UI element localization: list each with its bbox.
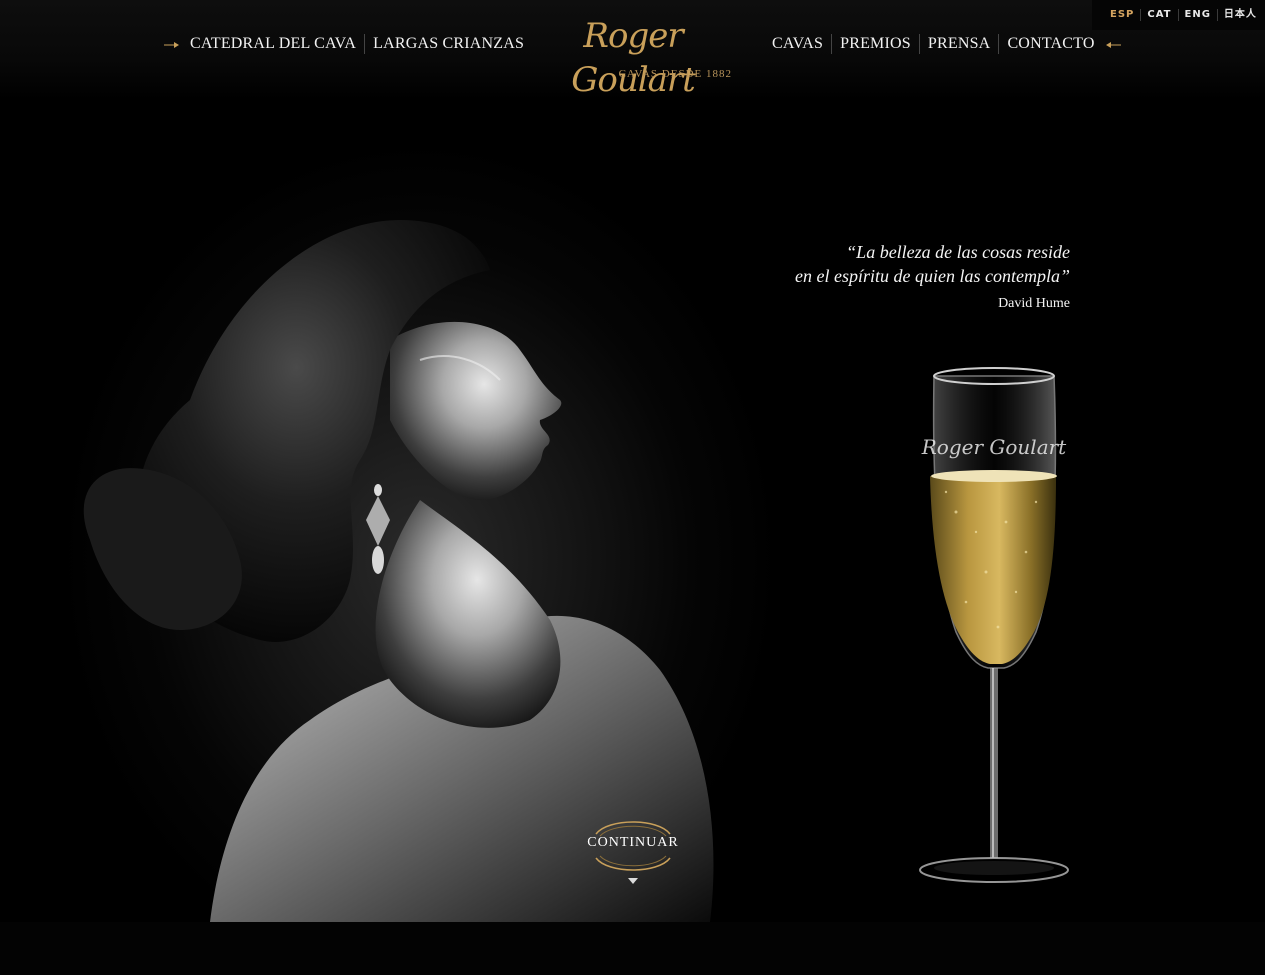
- site-logo[interactable]: Roger Goulart CAVAS DESDE 1882: [528, 14, 738, 100]
- lang-esp[interactable]: ESP: [1092, 9, 1140, 21]
- quote-line-2: en el espíritu de quien las contempla”: [795, 266, 1070, 286]
- nav-item-premios[interactable]: PREMIOS: [831, 34, 919, 54]
- logo-tagline: CAVAS DESDE 1882: [618, 68, 732, 80]
- site-header: CATEDRAL DEL CAVA LARGAS CRIANZAS Roger …: [0, 0, 1265, 100]
- nav-item-largas-crianzas[interactable]: LARGAS CRIANZAS: [364, 34, 532, 54]
- glass-logo-etching: Roger Goulart: [921, 435, 1067, 459]
- nav-item-prensa[interactable]: PRENSA: [918, 34, 999, 54]
- ornament-arrow-icon: [164, 34, 182, 54]
- hero-quote: “La belleza de las cosas reside en el es…: [760, 240, 1070, 312]
- lang-eng[interactable]: ENG: [1177, 9, 1217, 21]
- nav-item-contacto[interactable]: CONTACTO: [998, 34, 1102, 54]
- continue-frame-icon: [595, 821, 671, 884]
- language-switcher: ESP CAT ENG 日本人: [1092, 0, 1265, 30]
- continue-label: CONTINUAR: [587, 835, 679, 850]
- nav-item-cavas[interactable]: CAVAS: [764, 34, 831, 54]
- nav-item-catedral-del-cava[interactable]: CATEDRAL DEL CAVA: [182, 34, 364, 54]
- portrait-image: [83, 220, 714, 922]
- lang-cat[interactable]: CAT: [1140, 9, 1177, 21]
- primary-nav-right: CAVAS PREMIOS PRENSA CONTACTO: [764, 34, 1121, 54]
- primary-nav-left: CATEDRAL DEL CAVA LARGAS CRIANZAS: [164, 34, 532, 54]
- continue-button[interactable]: CONTINUAR: [582, 816, 684, 888]
- lang-japanese[interactable]: 日本人: [1216, 9, 1263, 21]
- ornament-arrow-icon: [1103, 34, 1121, 54]
- quote-author: David Hume: [998, 296, 1070, 311]
- hero-background: Roger Goulart: [0, 0, 1265, 922]
- logo-wordmark: Roger Goulart: [571, 16, 696, 100]
- page-footer-band: [0, 922, 1265, 975]
- champagne-glass-image: Roger Goulart: [919, 367, 1069, 883]
- quote-line-1: “La belleza de las cosas reside: [846, 242, 1070, 262]
